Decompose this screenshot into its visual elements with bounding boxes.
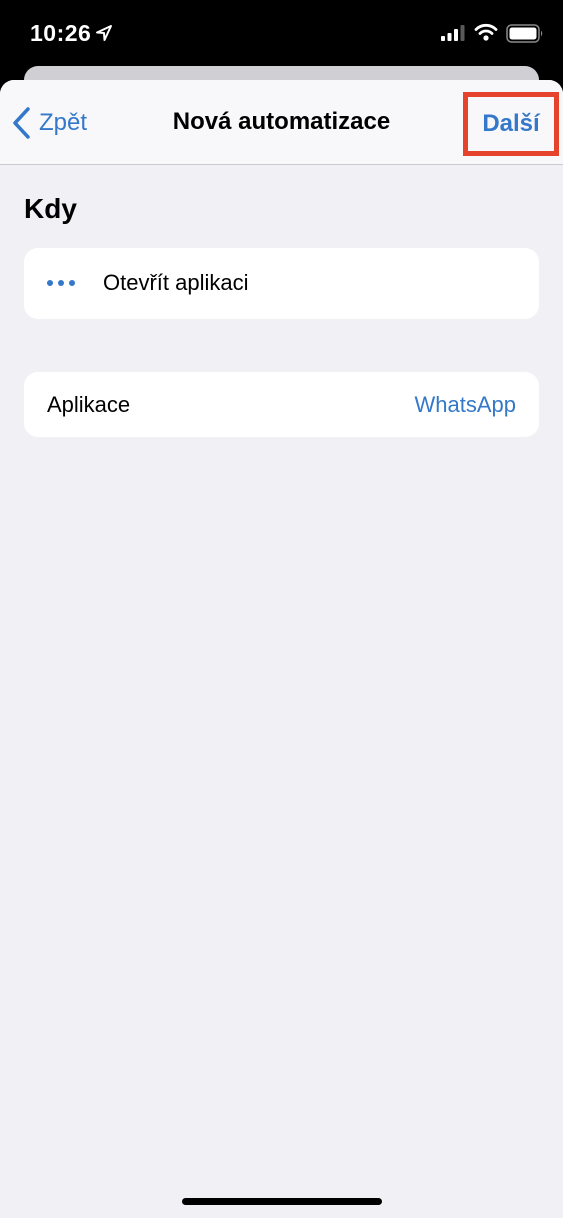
status-time: 10:26 (30, 20, 92, 46)
signal-icon (441, 25, 465, 41)
more-dots-icon (47, 280, 75, 286)
next-button-label: Další (482, 110, 540, 137)
app-row-value[interactable]: WhatsApp (415, 392, 517, 418)
location-arrow-icon (96, 25, 112, 41)
navigation-bar: Zpět Nová automatizace Další (0, 80, 563, 165)
app-row-label: Aplikace (47, 392, 131, 417)
home-indicator[interactable] (182, 1198, 382, 1205)
back-button-label: Zpět (39, 109, 88, 136)
chevron-left-icon (13, 107, 30, 139)
trigger-row[interactable]: Otevřít aplikaci (24, 248, 539, 319)
battery-icon (506, 24, 543, 43)
trigger-label: Otevřít aplikaci (103, 270, 249, 295)
app-selection-row[interactable]: Aplikace WhatsApp (24, 372, 539, 437)
back-button[interactable]: Zpět (12, 106, 87, 140)
automation-sheet: Zpět Nová automatizace Další Kdy Otevřít… (0, 80, 563, 1218)
wifi-icon (474, 23, 498, 41)
status-bar: 10:26 (0, 0, 563, 66)
section-title: Kdy (24, 193, 77, 224)
next-button[interactable]: Další (463, 92, 559, 156)
